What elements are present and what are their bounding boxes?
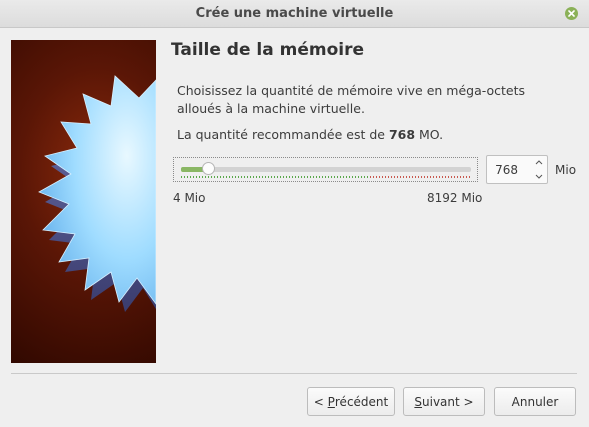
dialog-window: Crée une machine virtuelle Taille de la … <box>0 0 589 427</box>
chevron-up-icon <box>535 160 543 165</box>
slider-max-label: 8192 Mio <box>427 191 483 205</box>
slider-min-label: 4 Mio <box>173 191 206 205</box>
memory-unit-label: Mio <box>555 163 577 177</box>
recommend-suffix: MO. <box>415 127 444 142</box>
starburst-illustration <box>38 75 156 312</box>
cancel-button[interactable]: Annuler <box>494 387 576 416</box>
recommended-memory-text: La quantité recommandée est de 768 MO. <box>177 127 443 142</box>
previous-label: récédent <box>334 394 389 409</box>
close-button[interactable] <box>565 7 578 20</box>
slider-track[interactable] <box>181 162 471 175</box>
memory-slider[interactable] <box>173 157 478 182</box>
title-bar[interactable]: Crée une machine virtuelle <box>0 0 589 28</box>
previous-button[interactable]: < Précédent <box>307 387 395 416</box>
next-suffix: > <box>459 394 474 409</box>
slider-unsafe-range <box>370 176 471 178</box>
close-icon <box>568 10 575 17</box>
next-mnemonic: S <box>414 394 423 409</box>
recommend-prefix: La quantité recommandée est de <box>177 127 389 142</box>
next-label: uivant <box>422 394 460 409</box>
spin-up-button[interactable] <box>531 156 547 169</box>
window-title: Crée une machine virtuelle <box>195 6 394 21</box>
recommend-value: 768 <box>388 127 416 142</box>
memory-spinbox[interactable] <box>486 155 548 184</box>
slider-safe-range <box>181 176 370 178</box>
spin-down-button[interactable] <box>531 170 547 183</box>
spin-buttons <box>531 156 547 183</box>
next-button[interactable]: Suivant > <box>403 387 485 416</box>
memory-value-input[interactable] <box>487 156 530 183</box>
chevron-down-icon <box>535 174 543 179</box>
page-description: Choisissez la quantité de mémoire vive e… <box>177 83 526 116</box>
previous-mnemonic: P <box>327 394 335 409</box>
wizard-banner-image <box>11 40 156 363</box>
page-title: Taille de la mémoire <box>171 40 365 60</box>
button-separator <box>11 373 577 374</box>
previous-prefix: < <box>313 394 328 409</box>
slider-ticks <box>181 176 471 179</box>
slider-handle[interactable] <box>202 162 215 175</box>
